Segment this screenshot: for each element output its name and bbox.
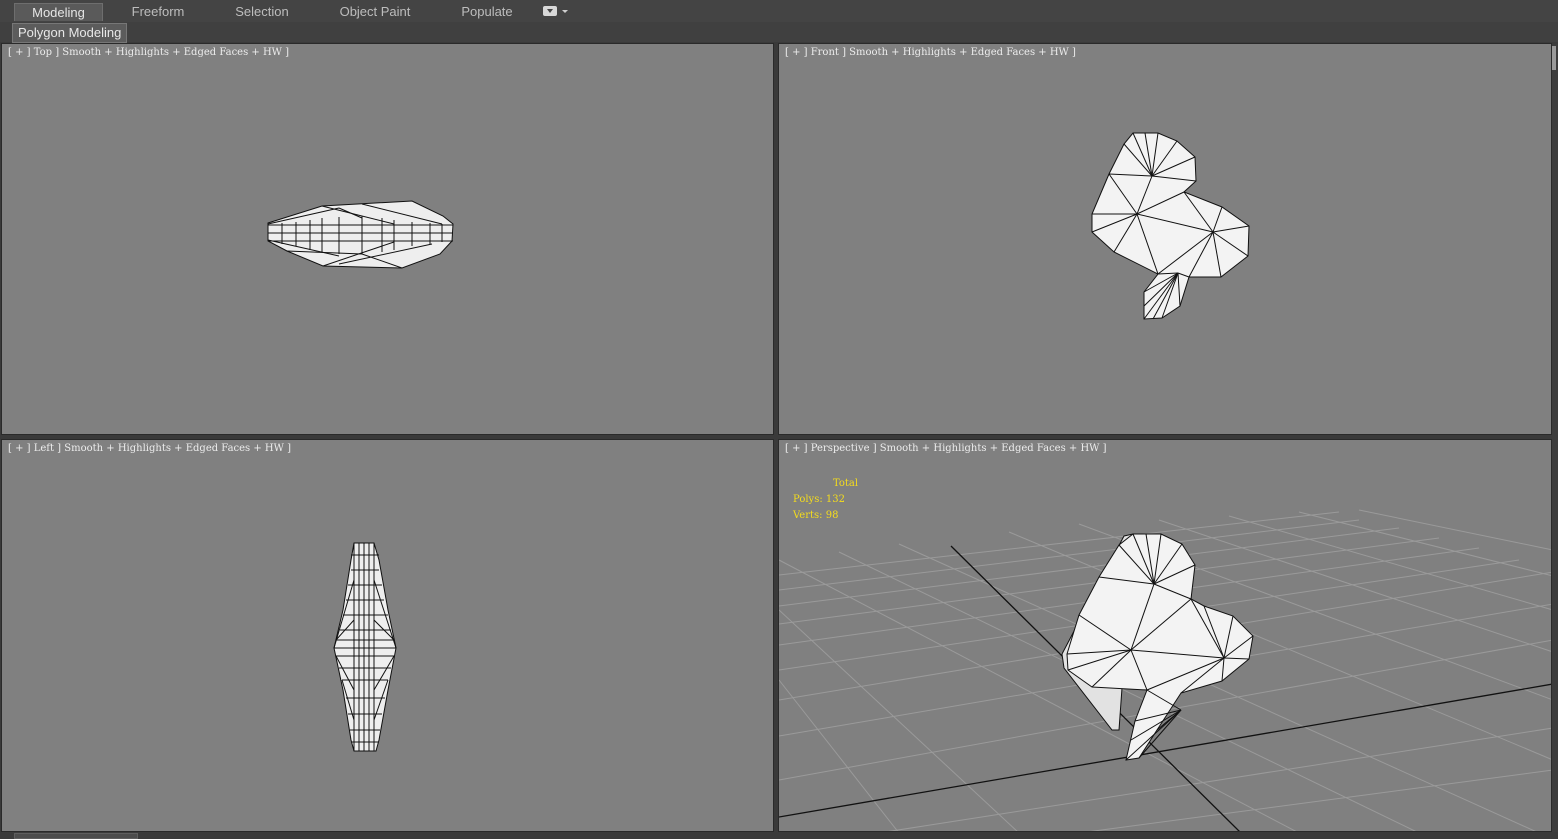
tab-selection[interactable]: Selection bbox=[222, 3, 302, 21]
viewport-front-label[interactable]: [ + ] Front ] Smooth + Highlights + Edge… bbox=[785, 47, 1076, 58]
right-panel-scrollbar[interactable] bbox=[1552, 44, 1558, 839]
viewport-perspective[interactable]: [ + ] Perspective ] Smooth + Highlights … bbox=[778, 439, 1552, 832]
scene-statistics: Total Polys: 132 Verts: 98 bbox=[793, 476, 858, 524]
front-view-mesh bbox=[1091, 132, 1250, 320]
scrollbar-thumb[interactable] bbox=[1552, 46, 1556, 70]
stats-verts-value: 98 bbox=[825, 510, 839, 521]
stats-polys-label: Polys: bbox=[793, 494, 823, 505]
viewport-perspective-label[interactable]: [ + ] Perspective ] Smooth + Highlights … bbox=[785, 443, 1107, 454]
tab-freeform[interactable]: Freeform bbox=[118, 3, 198, 21]
ribbon-panel-bar: Polygon Modeling bbox=[0, 22, 1558, 43]
stats-header: Total bbox=[833, 478, 859, 489]
viewport-left-label[interactable]: [ + ] Left ] Smooth + Highlights + Edged… bbox=[8, 443, 291, 454]
viewport-front[interactable]: [ + ] Front ] Smooth + Highlights + Edge… bbox=[778, 43, 1552, 435]
tab-modeling[interactable]: Modeling bbox=[14, 3, 103, 21]
top-view-mesh bbox=[267, 200, 454, 269]
left-view-mesh bbox=[333, 542, 397, 752]
stats-polys: Polys: 132 bbox=[793, 492, 858, 508]
stats-polys-value: 132 bbox=[825, 494, 845, 505]
ribbon-tab-bar: Modeling Freeform Selection Object Paint… bbox=[0, 0, 1558, 23]
time-slider[interactable] bbox=[14, 833, 138, 839]
dropdown-menu-icon[interactable] bbox=[543, 6, 569, 18]
viewport-top[interactable]: [ + ] Top ] Smooth + Highlights + Edged … bbox=[1, 43, 774, 435]
tab-object-paint[interactable]: Object Paint bbox=[330, 3, 420, 21]
viewport-top-label[interactable]: [ + ] Top ] Smooth + Highlights + Edged … bbox=[8, 47, 289, 58]
perspective-mesh bbox=[1061, 533, 1254, 761]
stats-verts-label: Verts: bbox=[793, 510, 823, 521]
viewport-left[interactable]: [ + ] Left ] Smooth + Highlights + Edged… bbox=[1, 439, 774, 832]
tab-populate[interactable]: Populate bbox=[452, 3, 522, 21]
polygon-modeling-panel-button[interactable]: Polygon Modeling bbox=[12, 23, 128, 43]
status-bar bbox=[0, 832, 1558, 839]
stats-verts: Verts: 98 bbox=[793, 508, 858, 524]
